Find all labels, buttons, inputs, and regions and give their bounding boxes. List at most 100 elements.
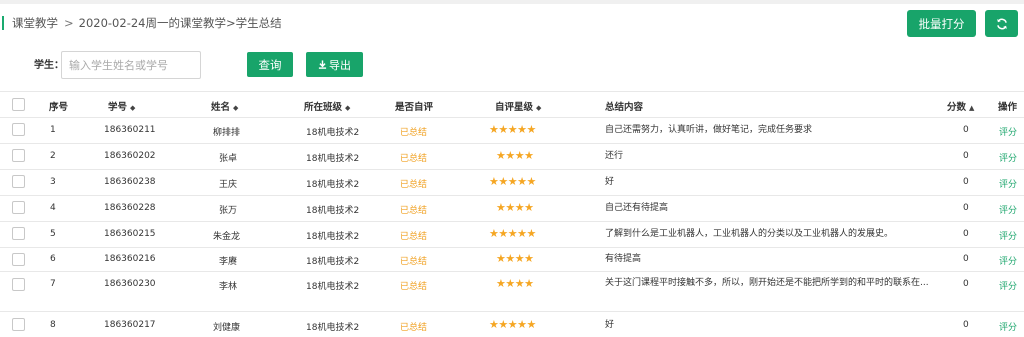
header-class[interactable]: 所在班级 ◆ <box>304 99 350 113</box>
row-checkbox[interactable] <box>12 253 25 266</box>
grade-link[interactable]: 评分 <box>999 254 1017 267</box>
table-row: 2 186360202 张卓 18机电技术2 已总结 ★★★★ 还行 0 评分 <box>0 143 1024 169</box>
row-self-eval-status: 已总结 <box>400 257 428 267</box>
header-score[interactable]: 分数 ▲ <box>947 99 974 113</box>
row-name: 李林 <box>219 282 238 292</box>
row-score: 0 <box>963 151 969 161</box>
batch-grade-button[interactable]: 批量打分 <box>907 10 976 37</box>
row-self-eval-status: 已总结 <box>400 206 428 216</box>
row-self-eval-status: 已总结 <box>400 128 428 138</box>
student-filter-label: 学生： <box>34 60 64 71</box>
table-row: 7 186360230 李林 18机电技术2 已总结 ★★★★ 关于这门课程平时… <box>0 271 1024 311</box>
row-summary: 自己还需努力，认真听讲，做好笔记，完成任务要求 <box>605 125 813 135</box>
refresh-icon <box>996 18 1007 29</box>
row-summary: 了解到什么是工业机器人，工业机器人的分类以及工业机器人的发展史。 <box>605 229 894 239</box>
row-student-id: 186360215 <box>104 229 156 239</box>
header-student-id-label: 学号 <box>108 102 128 113</box>
grade-link[interactable]: 评分 <box>999 125 1017 138</box>
refresh-button[interactable] <box>985 10 1018 37</box>
header-summary: 总结内容 <box>605 102 644 113</box>
row-index: 6 <box>50 254 56 264</box>
row-class: 18机电技术2 <box>306 154 360 164</box>
row-student-id: 186360238 <box>104 177 156 187</box>
row-checkbox[interactable] <box>12 123 25 136</box>
header-name[interactable]: 姓名 ◆ <box>211 99 238 113</box>
row-self-eval-status: 已总结 <box>400 154 428 164</box>
grade-link[interactable]: 评分 <box>999 279 1017 292</box>
grade-link[interactable]: 评分 <box>999 151 1017 164</box>
row-checkbox[interactable] <box>12 201 25 214</box>
row-summary: 关于这门课程平时接触不多，所以，刚开始还是不能把所学到的和平时的联系在... <box>605 278 929 288</box>
row-summary: 好 <box>605 177 615 187</box>
header-class-label: 所在班级 <box>304 102 343 113</box>
row-student-id: 186360202 <box>104 151 156 161</box>
row-score: 0 <box>963 125 969 135</box>
row-score: 0 <box>963 279 969 289</box>
breadcrumb-accent-bar <box>2 16 4 30</box>
header-student-id[interactable]: 学号 ◆ <box>108 99 135 113</box>
row-checkbox[interactable] <box>12 175 25 188</box>
header-index: 序号 <box>49 102 69 113</box>
header-score-label: 分数 <box>947 102 967 113</box>
sort-icon: ◆ <box>345 104 351 112</box>
row-class: 18机电技术2 <box>306 232 360 242</box>
header-stars-label: 自评星级 <box>495 102 534 113</box>
row-name: 刘健康 <box>213 323 241 333</box>
row-self-eval-status: 已总结 <box>400 282 428 292</box>
select-all-checkbox[interactable] <box>12 98 25 111</box>
top-divider <box>0 0 1024 4</box>
sort-icon: ◆ <box>130 104 136 112</box>
row-class: 18机电技术2 <box>306 180 360 190</box>
row-name: 张万 <box>219 206 238 216</box>
table-row: 5 186360215 朱金龙 18机电技术2 已总结 ★★★★★ 了解到什么是… <box>0 221 1024 247</box>
row-index: 7 <box>50 279 56 289</box>
table-row: 8 186360217 刘健康 18机电技术2 已总结 ★★★★★ 好 0 评分 <box>0 311 1024 337</box>
row-index: 5 <box>50 229 56 239</box>
sort-asc-icon: ▲ <box>969 104 975 112</box>
row-class: 18机电技术2 <box>306 206 360 216</box>
star-rating: ★★★★ <box>496 149 534 162</box>
star-rating: ★★★★★ <box>489 123 536 136</box>
star-rating: ★★★★ <box>496 201 534 214</box>
export-button[interactable]: 导出 <box>306 52 363 77</box>
row-self-eval-status: 已总结 <box>400 180 428 190</box>
row-checkbox[interactable] <box>12 149 25 162</box>
star-rating: ★★★★★ <box>489 175 536 188</box>
header-action: 操作 <box>998 102 1018 113</box>
row-summary: 有待提高 <box>605 254 642 264</box>
sort-icon: ◆ <box>536 104 542 112</box>
row-index: 4 <box>50 203 56 213</box>
grade-link[interactable]: 评分 <box>999 229 1017 242</box>
star-rating: ★★★★★ <box>489 227 536 240</box>
row-name: 张卓 <box>219 154 238 164</box>
student-search-input[interactable] <box>61 51 201 79</box>
row-score: 0 <box>963 177 969 187</box>
row-checkbox[interactable] <box>12 278 25 291</box>
breadcrumb-root-link[interactable]: 课堂教学 <box>12 15 58 31</box>
grade-link[interactable]: 评分 <box>999 320 1017 333</box>
row-student-id: 186360211 <box>104 125 156 135</box>
row-name: 王庆 <box>219 180 238 190</box>
row-index: 8 <box>50 320 56 330</box>
row-score: 0 <box>963 254 969 264</box>
row-score: 0 <box>963 229 969 239</box>
table-row: 1 186360211 柳排排 18机电技术2 已总结 ★★★★★ 自己还需努力… <box>0 117 1024 143</box>
sort-icon: ◆ <box>233 104 239 112</box>
row-index: 2 <box>50 151 56 161</box>
header-stars[interactable]: 自评星级 ◆ <box>495 99 541 113</box>
row-index: 1 <box>50 125 56 135</box>
query-button[interactable]: 查询 <box>247 52 293 77</box>
download-icon <box>318 60 327 69</box>
grade-link[interactable]: 评分 <box>999 177 1017 190</box>
star-rating: ★★★★★ <box>489 318 536 331</box>
grade-link[interactable]: 评分 <box>999 203 1017 216</box>
row-student-id: 186360228 <box>104 203 156 213</box>
table-row: 4 186360228 张万 18机电技术2 已总结 ★★★★ 自己还有待提高 … <box>0 195 1024 221</box>
row-score: 0 <box>963 203 969 213</box>
row-score: 0 <box>963 320 969 330</box>
row-self-eval-status: 已总结 <box>400 323 428 333</box>
table-row: 6 186360216 李赓 18机电技术2 已总结 ★★★★ 有待提高 0 评… <box>0 247 1024 271</box>
row-summary: 还行 <box>605 151 624 161</box>
row-checkbox[interactable] <box>12 318 25 331</box>
row-checkbox[interactable] <box>12 227 25 240</box>
